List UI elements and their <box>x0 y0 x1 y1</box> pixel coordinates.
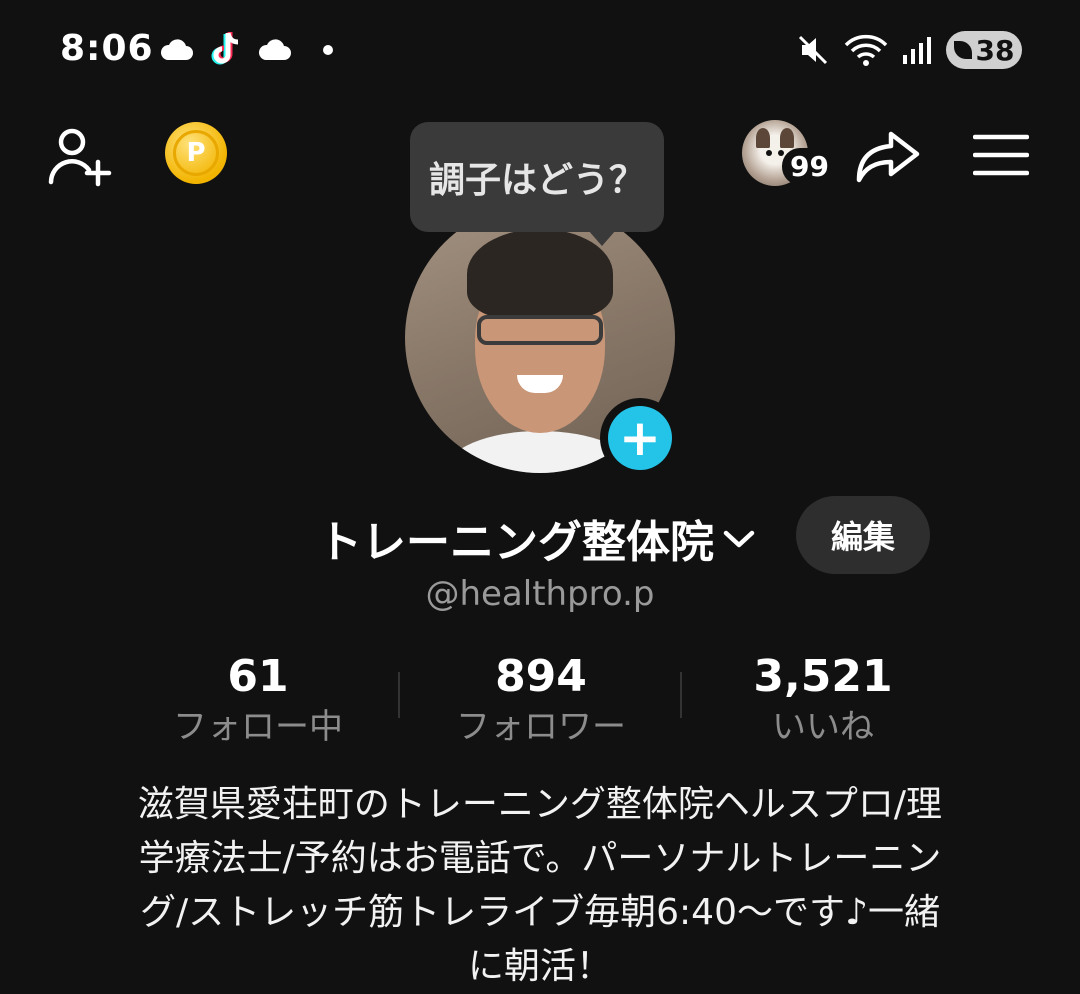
battery-level: 38 <box>975 33 1015 67</box>
bio-line: に朝活！ <box>467 946 612 987</box>
bio-line: 学療法士/予約はお電話で。パーソナルトレーニン <box>138 838 942 879</box>
share-icon <box>856 131 920 183</box>
status-right-icons: 38 <box>796 28 1022 72</box>
plus-icon: + <box>608 406 672 470</box>
edit-profile-button[interactable]: 編集 <box>796 496 930 574</box>
followers-label: フォロワー <box>456 707 626 747</box>
following-count: 61 <box>227 651 289 702</box>
mute-icon <box>798 35 828 65</box>
dot-icon <box>323 45 333 55</box>
status-tooltip[interactable]: 調子はどう？ <box>410 122 664 246</box>
likes-count: 3,521 <box>753 651 893 702</box>
display-name-row[interactable]: トレーニング整体院 <box>318 500 758 576</box>
followers-stat[interactable]: 894 フォロワー <box>401 650 681 750</box>
stat-divider <box>398 672 400 718</box>
wifi-icon <box>844 34 888 66</box>
coin-button[interactable]: P <box>165 122 227 184</box>
add-friend-icon <box>48 128 112 187</box>
battery-icon: 38 <box>946 31 1022 69</box>
status-bar: 8:06 38 <box>0 0 1080 100</box>
followers-count: 894 <box>495 651 587 702</box>
display-name: トレーニング整体院 <box>318 517 714 568</box>
add-friend-button[interactable] <box>44 120 116 192</box>
stat-divider <box>680 672 682 718</box>
status-time: 8:06 <box>60 28 154 69</box>
profile-bio[interactable]: 滋賀県愛荘町のトレーニング整体院ヘルスプロ/理 学療法士/予約はお電話で。パーソ… <box>100 778 980 994</box>
coin-icon: P <box>165 122 227 184</box>
cloud-icon <box>258 39 291 60</box>
following-stat[interactable]: 61 フォロー中 <box>118 650 398 750</box>
add-story-button[interactable]: + <box>600 398 680 478</box>
friends-count-badge: 99 <box>782 148 837 185</box>
likes-label: いいね <box>772 707 874 747</box>
signal-icon <box>903 37 931 64</box>
cloud-icon <box>160 39 193 60</box>
bio-line: グ/ストレッチ筋トレライブ毎朝6:40〜です♪一緒 <box>140 892 940 933</box>
bio-line: 滋賀県愛荘町のトレーニング整体院ヘルスプロ/理 <box>137 784 943 825</box>
status-left-icons <box>160 30 346 70</box>
menu-icon <box>973 134 1029 176</box>
likes-stat[interactable]: 3,521 いいね <box>683 650 963 750</box>
username: @healthpro.p <box>425 574 655 614</box>
chevron-down-icon <box>723 530 755 548</box>
battery-saver-icon <box>953 41 972 59</box>
tiktok-icon <box>211 32 239 65</box>
share-button[interactable] <box>852 120 924 192</box>
following-label: フォロー中 <box>173 707 343 747</box>
menu-button[interactable] <box>966 120 1036 190</box>
profile-stats: 61 フォロー中 894 フォロワー 3,521 いいね <box>118 650 964 750</box>
